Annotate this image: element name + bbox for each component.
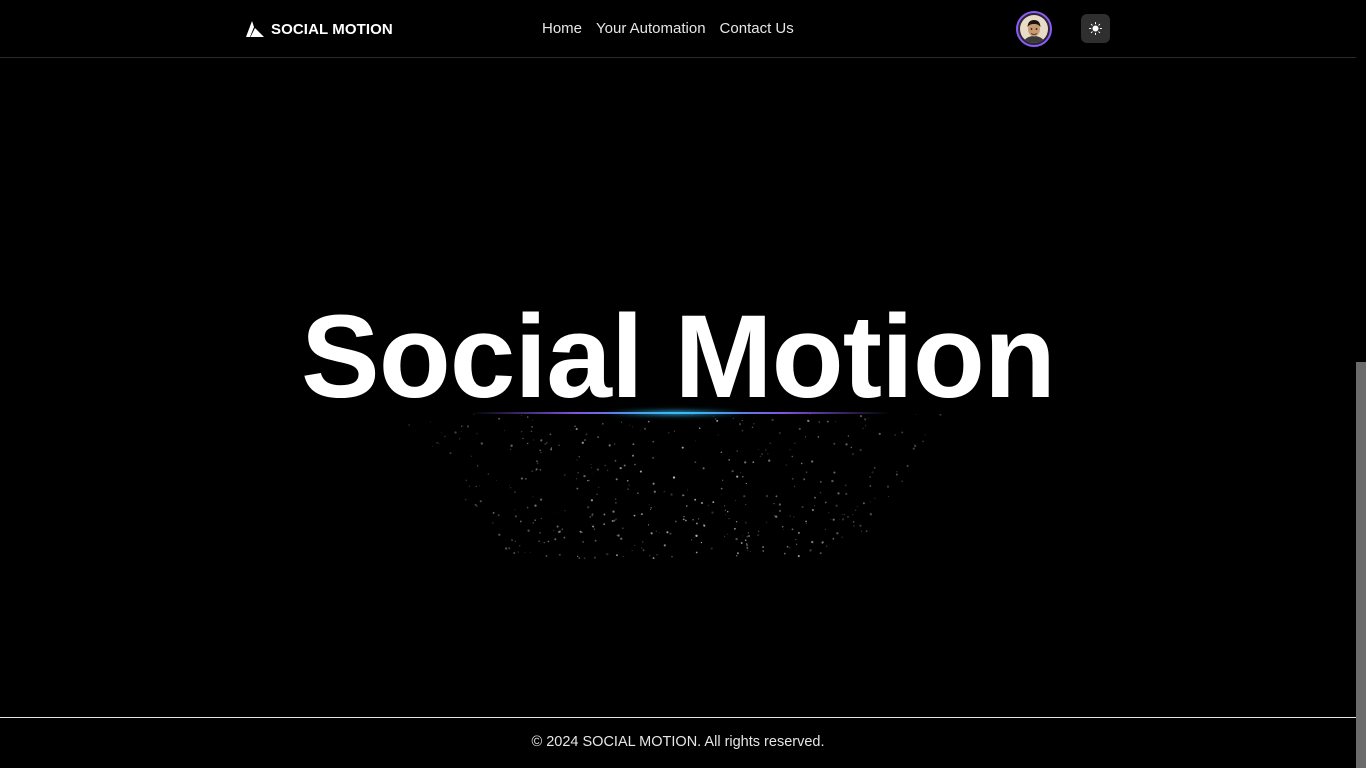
brand-link[interactable]: SOCIAL MOTION bbox=[246, 18, 393, 40]
scrollbar-thumb[interactable] bbox=[1356, 362, 1366, 768]
scrollbar-track[interactable] bbox=[1356, 0, 1366, 768]
user-avatar[interactable] bbox=[1016, 11, 1052, 47]
brand-logo-icon bbox=[246, 21, 264, 37]
sparkles-particles bbox=[408, 414, 942, 560]
sun-icon bbox=[1089, 22, 1102, 35]
page: SOCIAL MOTION Home Your Automation Conta… bbox=[0, 0, 1356, 768]
footer: © 2024 SOCIAL MOTION. All rights reserve… bbox=[0, 717, 1356, 768]
avatar-image-icon bbox=[1020, 15, 1048, 43]
nav-your-automation-link[interactable]: Your Automation bbox=[596, 18, 706, 39]
nav-home-link[interactable]: Home bbox=[542, 18, 582, 39]
theme-toggle-button[interactable] bbox=[1081, 14, 1110, 43]
main-nav: Home Your Automation Contact Us bbox=[542, 18, 794, 39]
footer-copyright: © 2024 SOCIAL MOTION. All rights reserve… bbox=[531, 734, 825, 750]
brand-name: SOCIAL MOTION bbox=[271, 20, 393, 38]
nav-contact-us-link[interactable]: Contact Us bbox=[720, 18, 794, 39]
top-navbar: SOCIAL MOTION Home Your Automation Conta… bbox=[0, 0, 1356, 58]
hero-title: Social Motion bbox=[301, 291, 1056, 423]
